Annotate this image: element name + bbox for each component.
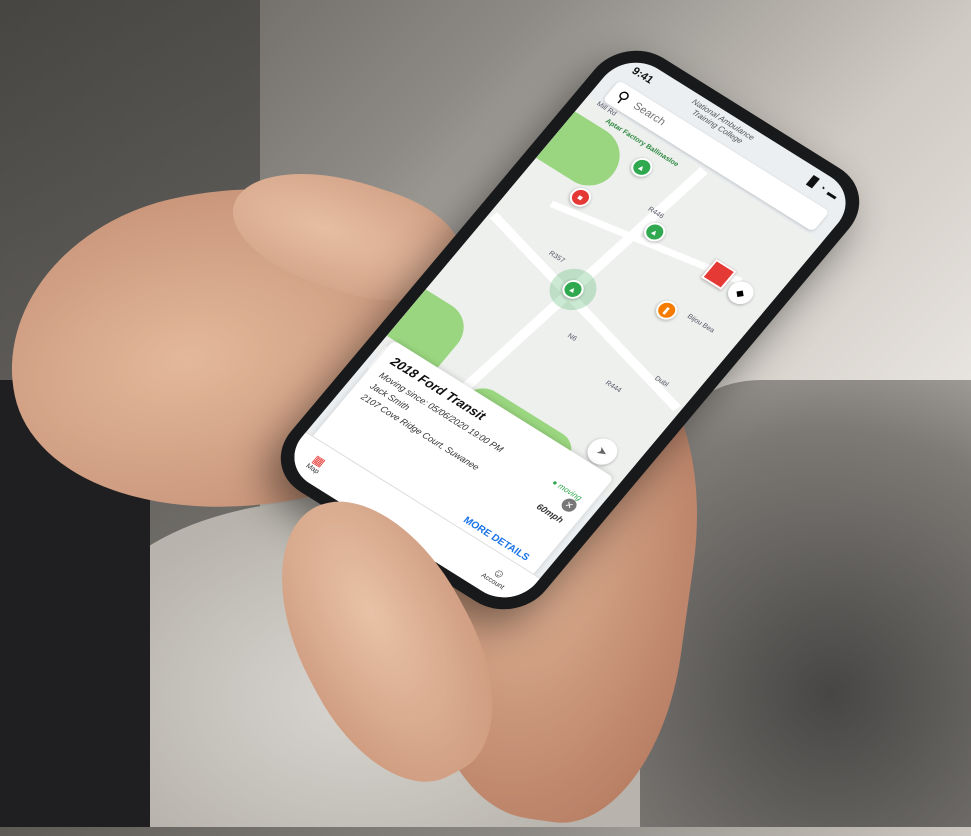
tab-account[interactable]: ☺ Account bbox=[479, 561, 514, 591]
street-label: Bijou Bea bbox=[685, 313, 716, 335]
navigation-arrow-icon: ➤ bbox=[593, 443, 612, 460]
vehicle-marker-stopped[interactable]: ■ bbox=[565, 184, 596, 211]
road-label: N6 bbox=[565, 332, 578, 343]
photo-scene: 9:41 ▉ ◔ ▬ National Ambulance Training C… bbox=[0, 0, 971, 836]
park-area bbox=[536, 111, 635, 195]
battery-icon: ▬ bbox=[824, 187, 841, 202]
close-icon: ✕ bbox=[562, 498, 576, 511]
tab-map[interactable]: ▦ Map bbox=[304, 452, 329, 475]
status-time: 9:41 bbox=[629, 65, 656, 87]
road-label: R357 bbox=[547, 250, 566, 265]
layers-icon: ◆ bbox=[732, 286, 748, 301]
layers-button[interactable]: ◆ bbox=[722, 277, 759, 309]
vehicle-marker-idle[interactable]: ❚ bbox=[651, 297, 682, 324]
road-label: R444 bbox=[603, 379, 623, 395]
vehicle-marker-moving[interactable]: ▲ bbox=[626, 154, 657, 181]
